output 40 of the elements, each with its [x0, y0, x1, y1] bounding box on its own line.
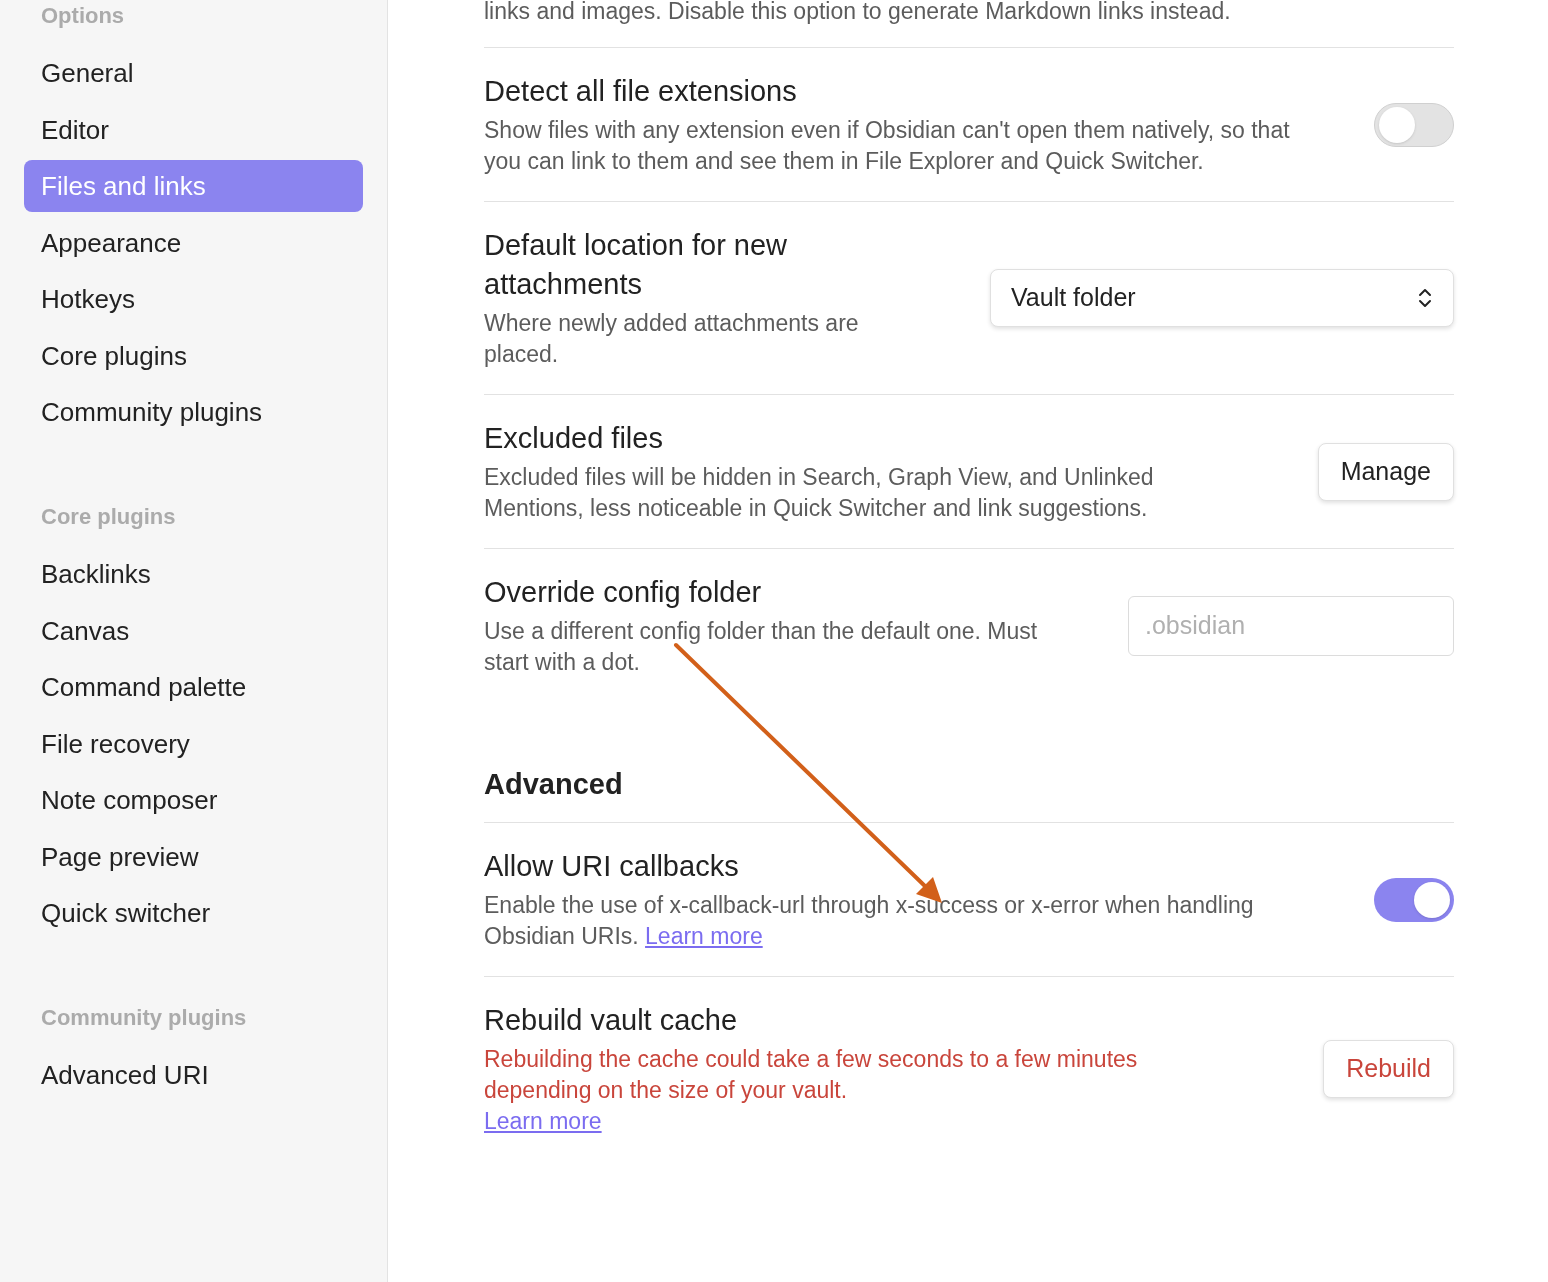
section-heading: Advanced	[484, 767, 624, 802]
sidebar-item[interactable]: Backlinks	[24, 548, 363, 600]
setting-description: Show files with any extension even if Obsidian can't open them natively, so that you can link to them and see them in File Explorer and Quick Switcher.	[484, 116, 1291, 176]
sidebar-item[interactable]: Hotkeys	[24, 273, 363, 325]
dropdown[interactable]: Vault folder	[990, 269, 1454, 327]
sidebar-item[interactable]: Appearance	[24, 216, 363, 269]
learn-more-link[interactable]: Learn more	[645, 923, 763, 949]
sidebar-section-heading: Options	[40, 2, 126, 30]
setting-description: Enable the use of x-callback-url through x-success or x-error when handling Obsidian URIs. Learn more	[484, 891, 1255, 951]
toggle-switch[interactable]	[1374, 877, 1454, 922]
sidebar-section-heading: Community plugins	[40, 1004, 248, 1032]
sidebar-item[interactable]: Community plugins	[24, 386, 363, 438]
rebuild-button[interactable]: Rebuild	[1323, 1040, 1454, 1098]
chevron-up-down-icon	[1417, 287, 1433, 309]
sidebar-item[interactable]: Core plugins	[24, 329, 363, 382]
sidebar-item[interactable]: General	[24, 47, 363, 99]
setting-title: Override config folder	[484, 575, 763, 610]
sidebar-item[interactable]: File recovery	[24, 717, 363, 770]
sidebar-item[interactable]: Page preview	[24, 830, 363, 883]
sidebar-item[interactable]: Quick switcher	[24, 887, 363, 939]
setting-description: links and images. Disable this option to generate Markdown links instead.	[484, 0, 1232, 26]
setting-title: Excluded files	[484, 421, 664, 456]
sidebar-item[interactable]: Advanced URI	[24, 1049, 363, 1101]
sidebar-section-heading: Core plugins	[40, 503, 177, 531]
setting-title: Rebuild vault cache	[484, 1003, 739, 1038]
setting-description: Where newly added attachments are placed.	[484, 309, 860, 369]
text-field[interactable]: .obsidian	[1128, 595, 1454, 656]
learn-more-link[interactable]: Learn more	[484, 1108, 602, 1134]
sidebar-item[interactable]: Note composer	[24, 774, 363, 826]
setting-description: Rebuilding the cache could take a few seconds to a few minutes depending on the size of your vault. Learn more	[484, 1045, 1139, 1136]
setting-title: Default location for new attachments	[484, 228, 789, 302]
setting-description: Excluded files will be hidden in Search, Graph View, and Unlinked Mentions, less noticeable in Quick Switcher and link suggestions.	[484, 463, 1155, 523]
sidebar-item[interactable]: Editor	[24, 103, 363, 156]
sidebar-item[interactable]: Command palette	[24, 661, 363, 713]
setting-description: Use a different config folder than the default one. Must start with a dot.	[484, 617, 1039, 677]
toggle-switch[interactable]	[1374, 102, 1454, 147]
setting-title: Allow URI callbacks	[484, 849, 740, 884]
setting-title: Detect all file extensions	[484, 74, 798, 109]
manage-button[interactable]: Manage	[1317, 442, 1454, 501]
sidebar-item[interactable]: Canvas	[24, 604, 363, 657]
